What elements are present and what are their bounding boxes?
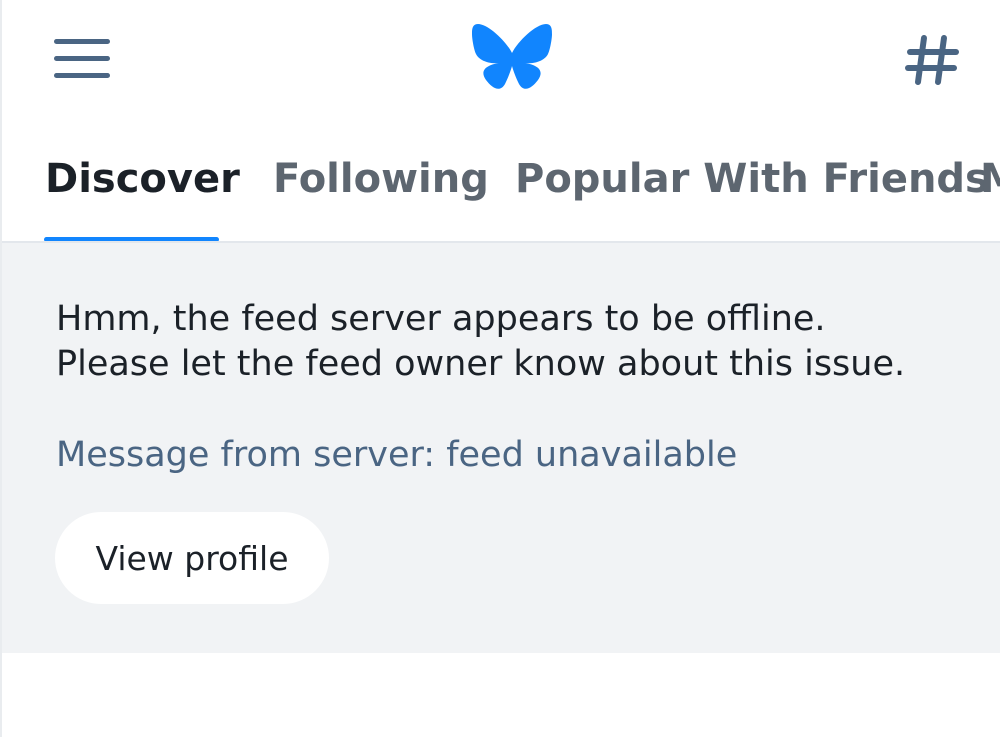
tab-more-feed[interactable]: M bbox=[980, 152, 1000, 206]
error-message-line-2: Please let the feed owner know about thi… bbox=[56, 344, 906, 384]
feed-page: Discover Following Popular With Friends … bbox=[0, 0, 1000, 737]
error-message: Hmm, the feed server appears to be offli… bbox=[56, 297, 905, 387]
feed-error-panel: Hmm, the feed server appears to be offli… bbox=[2, 243, 1000, 653]
active-tab-indicator bbox=[44, 237, 219, 241]
tab-following[interactable]: Following bbox=[273, 152, 489, 206]
feed-tabs: Discover Following Popular With Friends … bbox=[2, 130, 1000, 243]
top-bar bbox=[2, 0, 1000, 120]
view-profile-button[interactable]: View profile bbox=[55, 512, 329, 604]
tab-discover[interactable]: Discover bbox=[45, 152, 240, 206]
butterfly-logo-icon bbox=[472, 24, 552, 89]
hashtag-icon[interactable] bbox=[900, 28, 964, 92]
tab-popular-with-friends[interactable]: Popular With Friends bbox=[515, 152, 989, 206]
server-message: Message from server: feed unavailable bbox=[56, 435, 738, 475]
hamburger-menu-icon[interactable] bbox=[54, 38, 110, 80]
error-message-line-1: Hmm, the feed server appears to be offli… bbox=[56, 299, 826, 339]
